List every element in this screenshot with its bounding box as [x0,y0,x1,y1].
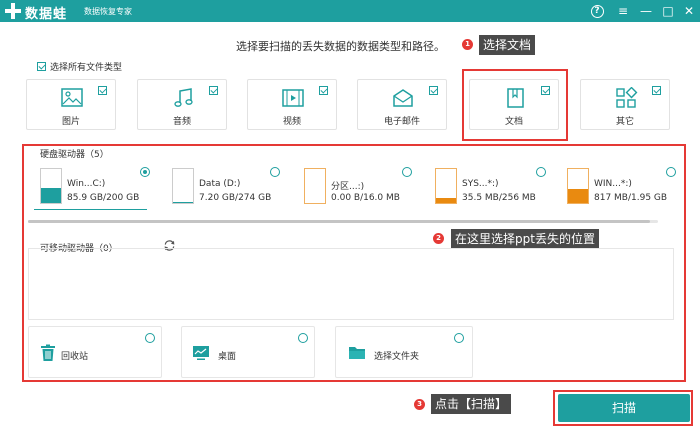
app-name: 数据蛙 [25,7,68,22]
menu-button[interactable]: ≡ [614,2,632,20]
callout-label-2: 在这里选择ppt丢失的位置 [451,229,599,249]
drive-name: Data (D:) [199,179,241,189]
drive-scrollbar-thumb[interactable] [28,220,650,223]
drive-radio-partition[interactable] [402,167,412,177]
app-subtitle: 数据恢复专家 [84,7,132,16]
title-bar: 数据蛙 数据恢复专家 ? ≡ — □ ✕ [0,0,700,22]
location-label: 选择文件夹 [374,352,420,362]
drive-radio-c[interactable] [140,167,150,177]
drive-name: SYS...*:) [462,179,499,189]
drive-name: WIN...*:) [594,179,632,189]
drive-icon [567,168,589,204]
other-icon [616,87,638,108]
drive-item-sys[interactable]: SYS...*:) 35.5 MB/256 MB [435,168,550,210]
recycle-bin-icon [41,344,55,361]
drive-size: 0.00 B/16.0 MB [331,193,400,203]
instruction-text: 选择要扫描的丢失数据的数据类型和路径。 [236,40,445,53]
file-type-label: 图片 [61,117,80,127]
app-logo-icon [5,3,21,19]
email-icon [393,89,413,107]
drive-item-win[interactable]: WIN...*:) 817 MB/1.95 GB [567,168,682,210]
file-type-video[interactable]: 视频 [247,79,337,130]
checkbox-checked-icon [429,86,438,95]
drive-radio-d[interactable] [270,167,280,177]
location-select-folder[interactable]: 选择文件夹 [335,326,473,378]
checkbox-checked-icon [209,86,218,95]
drive-radio-sys[interactable] [536,167,546,177]
file-type-audio[interactable]: 音频 [137,79,227,130]
file-type-other[interactable]: 其它 [580,79,670,130]
location-label: 回收站 [61,352,89,362]
help-icon: ? [590,5,604,18]
minimize-button[interactable]: — [637,2,655,20]
drive-icon [435,168,457,204]
checkbox-checked-icon [319,86,328,95]
location-recycle-bin[interactable]: 回收站 [28,326,162,378]
scan-button[interactable]: 扫描 [558,394,690,422]
select-all-label: 选择所有文件类型 [50,63,123,73]
maximize-button[interactable]: □ [659,2,677,20]
checkbox-checked-icon [37,62,46,71]
location-radio-recycle-bin[interactable] [145,333,155,343]
file-type-label: 其它 [615,117,634,127]
drive-icon [40,168,62,204]
hard-drives-title: 硬盘驱动器（5） [40,150,109,160]
drive-radio-win[interactable] [666,167,676,177]
help-button[interactable]: ? [588,2,606,20]
drive-name: 分区...:) [331,182,365,192]
checkbox-checked-icon [98,86,107,95]
drive-size: 7.20 GB/274 GB [199,193,272,203]
callout-label-1: 选择文档 [479,35,536,55]
drive-size: 817 MB/1.95 GB [594,193,668,203]
callout-label-3: 点击【扫描】 [431,394,512,414]
drive-icon [172,168,194,204]
drive-item-c[interactable]: Win...C:) 85.9 GB/200 GB [40,168,155,210]
checkbox-checked-icon [652,86,661,95]
callout-number-2: 2 [433,233,444,244]
file-type-label: 电子邮件 [383,117,420,127]
location-desktop[interactable]: 桌面 [181,326,315,378]
drive-icon [304,168,326,204]
file-type-image[interactable]: 图片 [26,79,116,130]
location-label: 桌面 [218,352,237,362]
select-all-checkbox[interactable]: 选择所有文件类型 [37,60,122,73]
drive-size: 35.5 MB/256 MB [462,193,536,203]
desktop-icon [193,346,209,360]
music-icon [174,88,193,107]
location-radio-select-folder[interactable] [454,333,464,343]
callout-number-1: 1 [462,39,473,50]
drive-size: 85.9 GB/200 GB [67,193,140,203]
image-icon [61,88,83,107]
file-type-label: 音频 [172,117,191,127]
callout-number-3: 3 [414,399,425,410]
selected-drive-underline [34,209,147,210]
file-type-label: 视频 [282,117,301,127]
highlight-box-document [462,69,568,141]
drive-name: Win...C:) [67,179,106,189]
video-icon [282,89,304,107]
removable-drives-area [28,248,674,320]
location-radio-desktop[interactable] [298,333,308,343]
close-button[interactable]: ✕ [680,2,698,20]
file-type-email[interactable]: 电子邮件 [357,79,447,130]
folder-icon [349,347,365,359]
